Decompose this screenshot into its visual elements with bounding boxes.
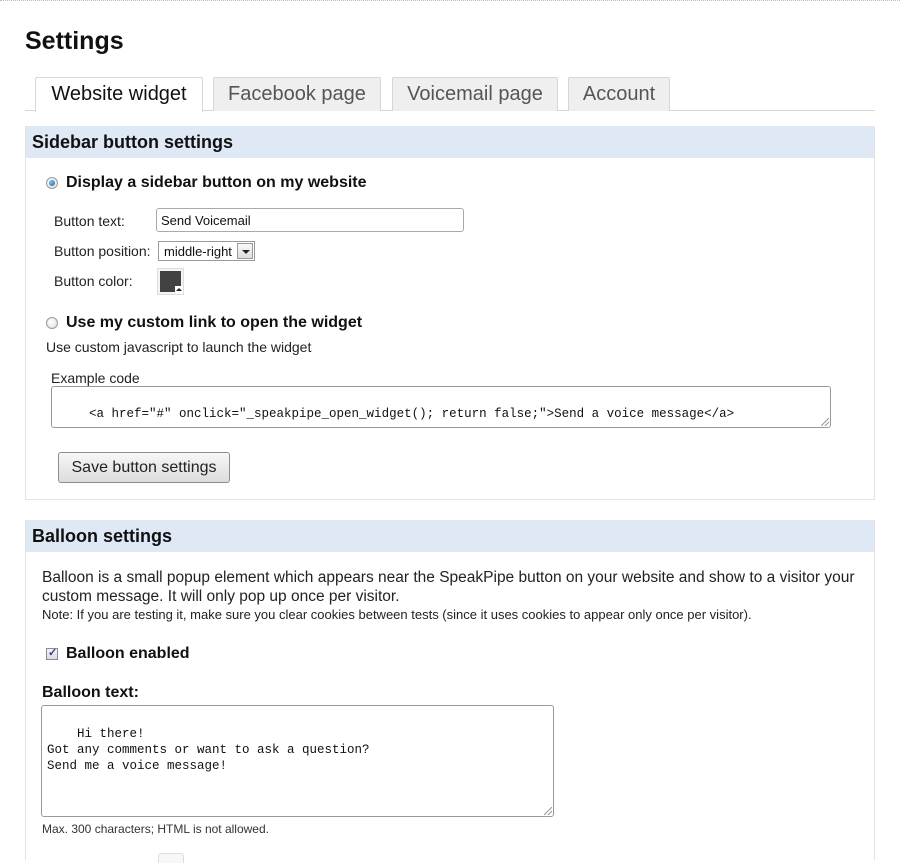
sidebar-button-settings-section: Sidebar button settings Display a sideba… bbox=[25, 126, 875, 500]
tab-voicemail-page[interactable]: Voicemail page bbox=[392, 77, 558, 111]
tab-facebook-page[interactable]: Facebook page bbox=[213, 77, 381, 111]
example-code-textarea[interactable]: <a href="#" onclick="_speakpipe_open_wid… bbox=[51, 386, 831, 428]
balloon-settings-section: Balloon settings Balloon is a small popu… bbox=[25, 520, 875, 863]
partial-control[interactable] bbox=[158, 853, 184, 863]
resize-grip-icon[interactable] bbox=[544, 807, 552, 815]
save-button-settings-button[interactable]: Save button settings bbox=[58, 452, 230, 483]
balloon-enabled-checkbox[interactable] bbox=[46, 646, 58, 660]
tab-bar: Website widget Facebook page Voicemail p… bbox=[25, 77, 875, 112]
balloon-text-value: Hi there! Got any comments or want to as… bbox=[47, 727, 370, 773]
balloon-description: Balloon is a small popup element which a… bbox=[42, 569, 855, 605]
tab-account[interactable]: Account bbox=[568, 77, 670, 111]
example-code-text: <a href="#" onclick="_speakpipe_open_wid… bbox=[89, 407, 735, 421]
radio-label-custom-link[interactable]: Use my custom link to open the widget bbox=[66, 314, 362, 332]
page-title: Settings bbox=[25, 27, 124, 55]
custom-link-description: Use custom javascript to launch the widg… bbox=[46, 339, 312, 355]
balloon-enabled-label[interactable]: Balloon enabled bbox=[66, 645, 190, 663]
balloon-text-hint: Max. 300 characters; HTML is not allowed… bbox=[42, 822, 269, 836]
example-code-label: Example code bbox=[51, 370, 140, 386]
button-position-label: Button position: bbox=[54, 243, 151, 259]
balloon-text-textarea[interactable]: Hi there! Got any comments or want to as… bbox=[41, 705, 554, 817]
button-color-label: Button color: bbox=[54, 273, 133, 289]
button-color-picker[interactable] bbox=[157, 268, 184, 295]
top-border bbox=[0, 0, 900, 2]
radio-label-display-sidebar-button[interactable]: Display a sidebar button on my website bbox=[66, 174, 367, 192]
button-position-value: middle-right bbox=[164, 244, 232, 259]
tab-website-widget[interactable]: Website widget bbox=[35, 77, 203, 112]
balloon-text-label: Balloon text: bbox=[42, 684, 139, 701]
balloon-note: Note: If you are testing it, make sure y… bbox=[42, 607, 752, 622]
section-header: Sidebar button settings bbox=[26, 126, 874, 158]
radio-custom-link[interactable] bbox=[46, 317, 58, 329]
button-text-label: Button text: bbox=[54, 213, 125, 229]
radio-display-sidebar-button[interactable] bbox=[46, 177, 58, 189]
caret-up-icon bbox=[175, 286, 183, 294]
chevron-down-icon[interactable] bbox=[237, 243, 253, 259]
section-header: Balloon settings bbox=[26, 520, 874, 552]
button-text-input[interactable] bbox=[156, 208, 464, 232]
button-position-select[interactable]: middle-right bbox=[158, 241, 255, 261]
resize-grip-icon[interactable] bbox=[821, 418, 829, 426]
